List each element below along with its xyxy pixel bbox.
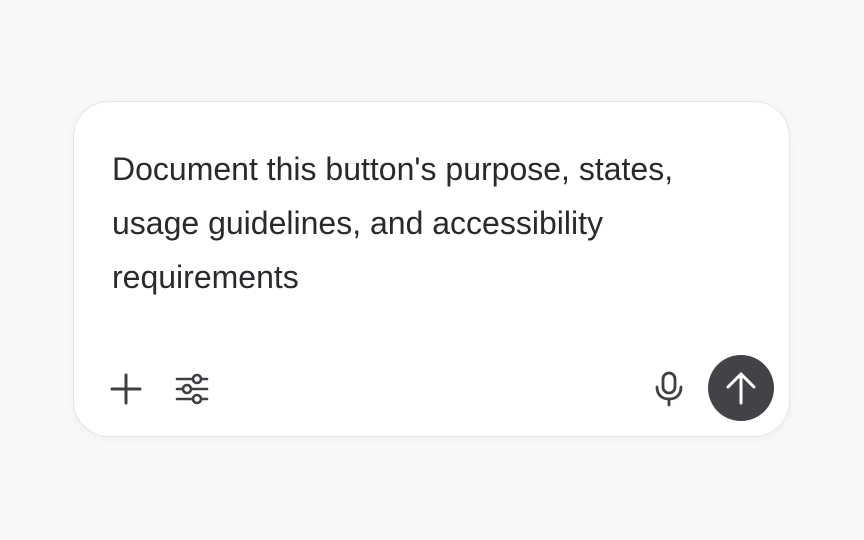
microphone-icon: [655, 371, 683, 407]
plus-icon: [110, 373, 142, 405]
tools-settings-button[interactable]: [172, 369, 212, 409]
add-attachment-button[interactable]: [106, 369, 146, 409]
prompt-composer: Document this button's purpose, states, …: [73, 101, 790, 437]
page: Document this button's purpose, states, …: [0, 0, 864, 540]
sliders-icon: [175, 373, 209, 405]
prompt-input[interactable]: Document this button's purpose, states, …: [112, 142, 762, 304]
voice-input-button[interactable]: [649, 369, 689, 409]
send-button[interactable]: [708, 355, 774, 421]
arrow-up-icon: [726, 372, 756, 405]
